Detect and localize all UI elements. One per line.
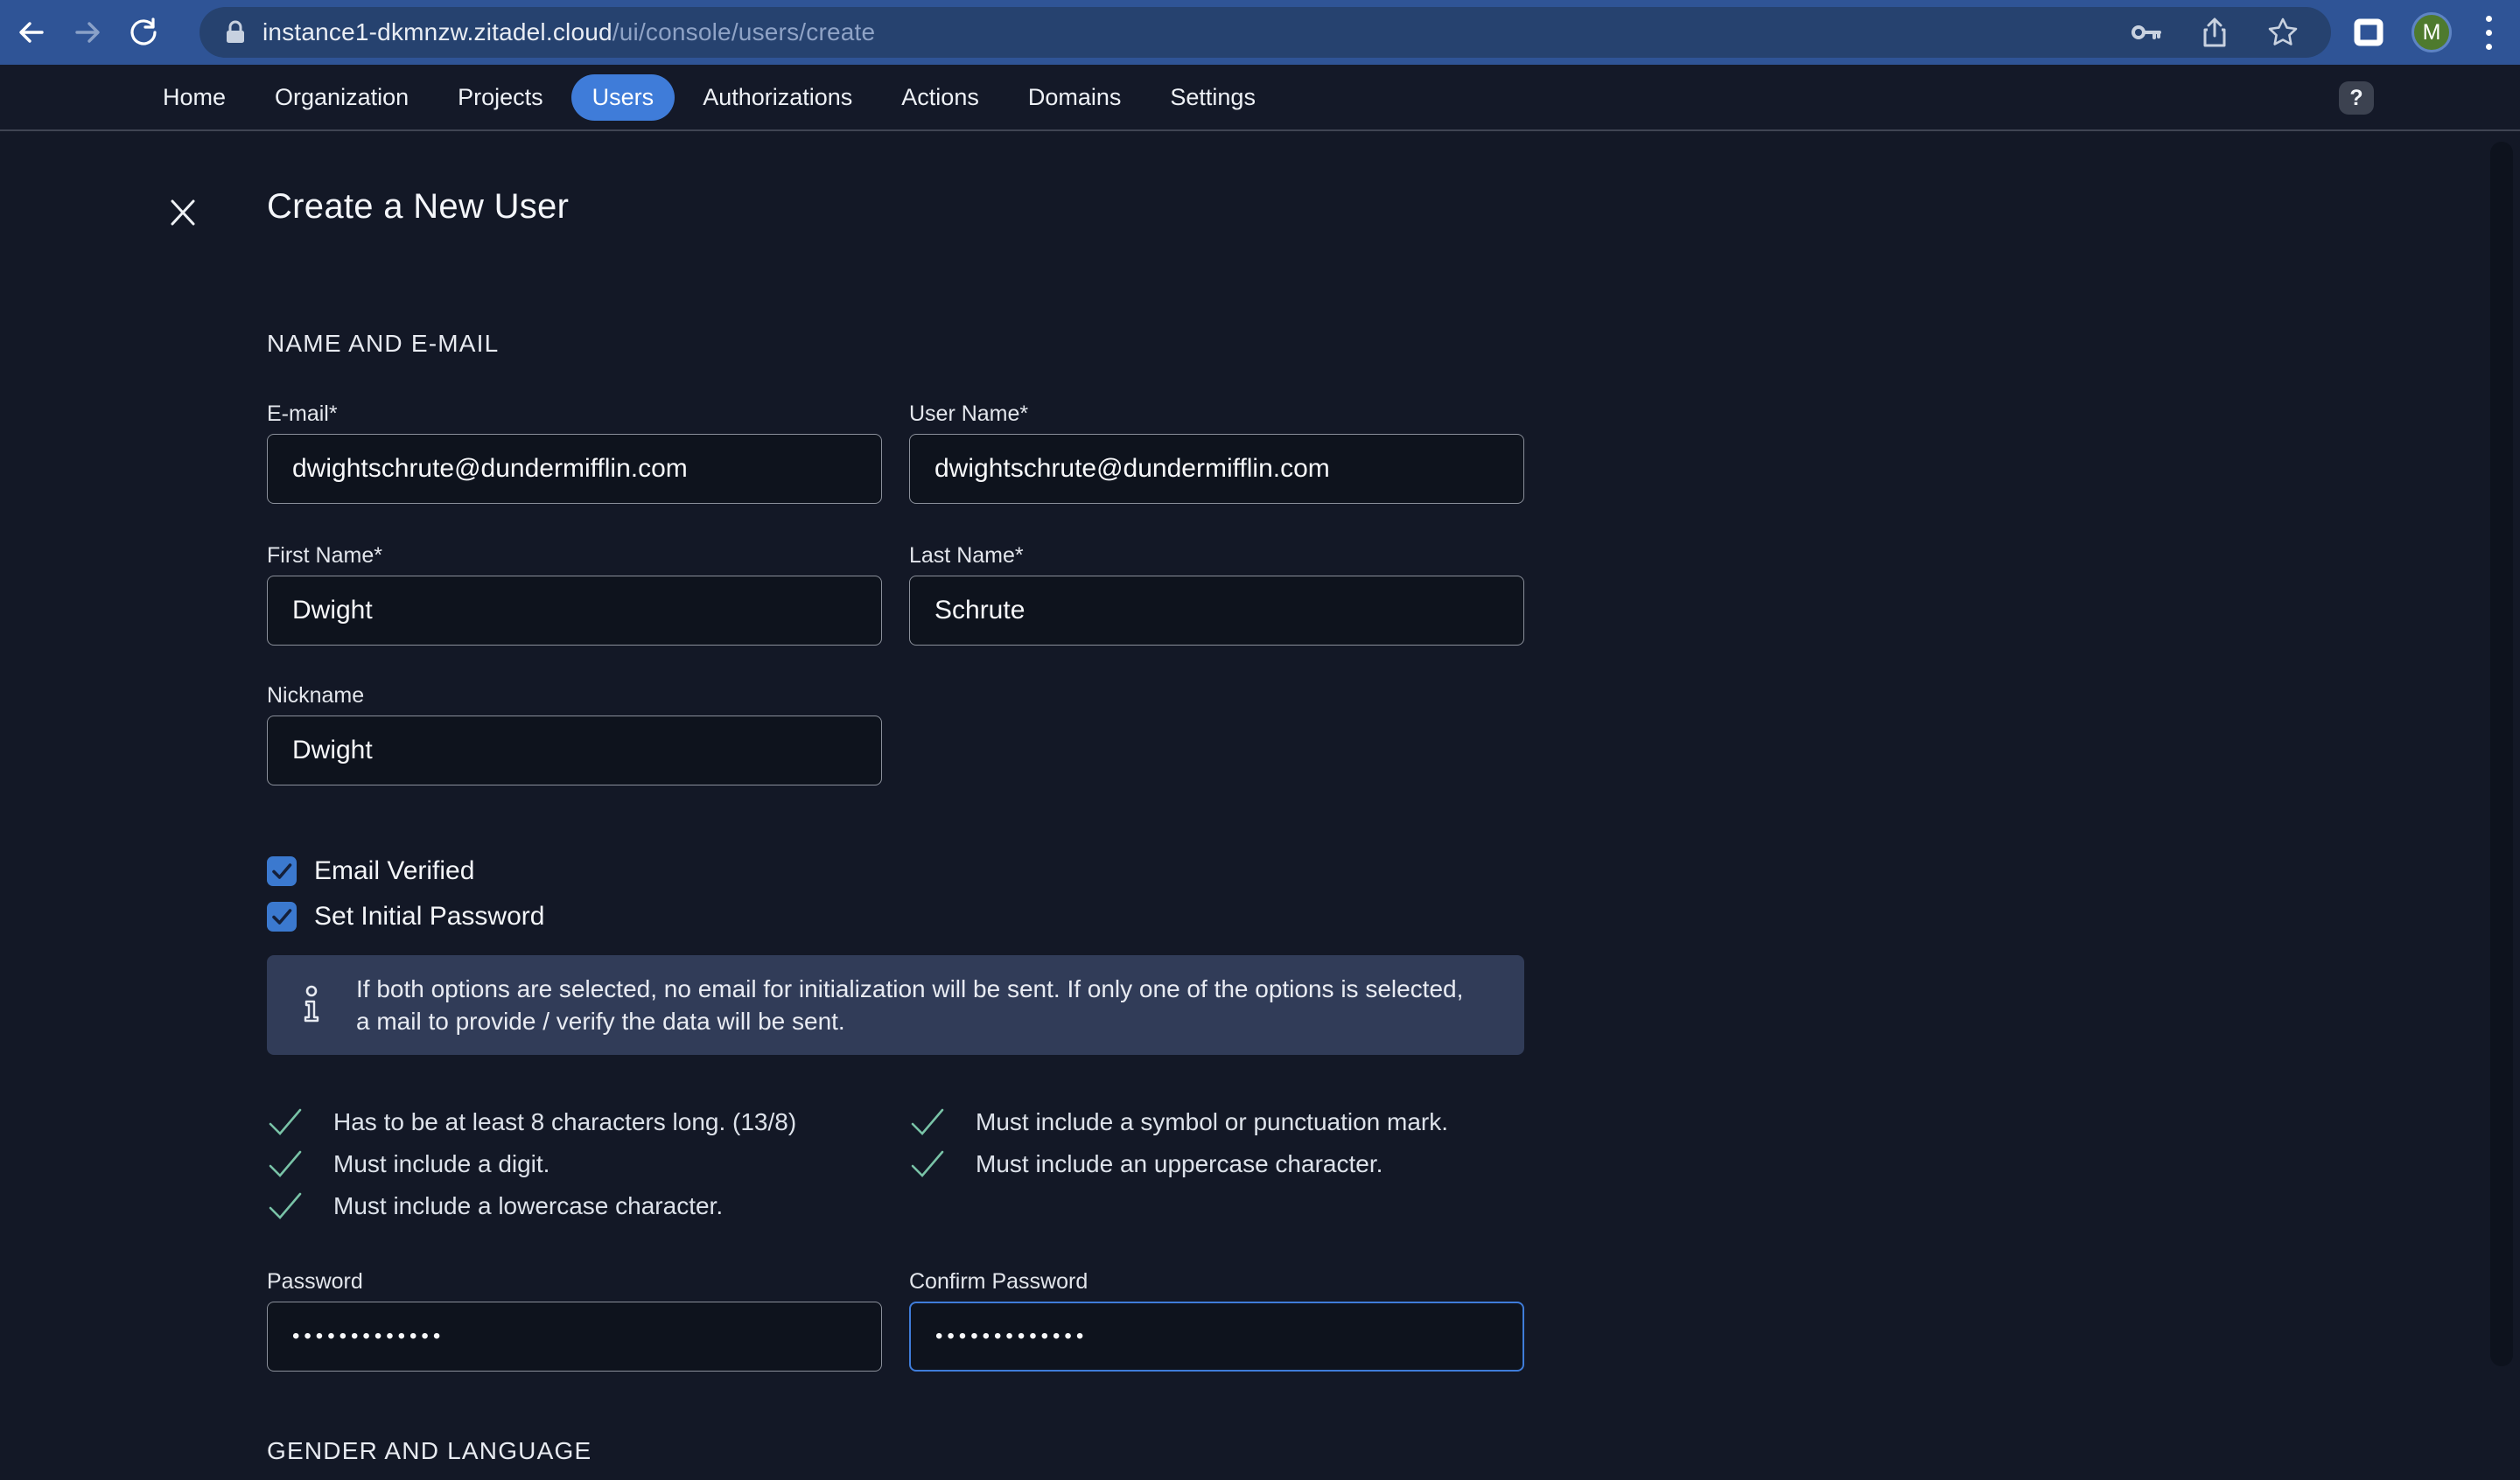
requirement-item: Must include an uppercase character. (909, 1148, 1524, 1181)
info-note-text: If both options are selected, no email f… (356, 975, 1464, 1035)
password-key-icon[interactable] (2123, 13, 2170, 52)
check-icon (269, 1150, 302, 1177)
requirement-item: Must include a symbol or punctuation mar… (909, 1106, 1524, 1139)
url-text: instance1-dkmnzw.zitadel.cloud/ui/consol… (262, 18, 875, 46)
last-name-label: Last Name* (909, 543, 1024, 568)
first-name-field[interactable] (267, 576, 882, 646)
requirement-item: Has to be at least 8 characters long. (1… (267, 1106, 882, 1139)
username-field-group: User Name* (909, 401, 1524, 504)
options-group: Email Verified Set Initial Password (267, 854, 1524, 934)
set-initial-password-label: Set Initial Password (314, 902, 545, 931)
browser-profile-avatar[interactable]: M (2412, 12, 2452, 52)
tab-organization[interactable]: Organization (254, 74, 430, 121)
info-icon (304, 985, 319, 1023)
url-path: /ui/console/users/create (612, 18, 876, 45)
email-verified-label: Email Verified (314, 856, 475, 885)
tab-home[interactable]: Home (142, 74, 247, 121)
tab-domains[interactable]: Domains (1007, 74, 1143, 121)
password-requirements: Has to be at least 8 characters long. (1… (267, 1106, 1524, 1223)
nickname-label: Nickname (267, 683, 365, 708)
confirm-password-field-group: Confirm Password (909, 1268, 1524, 1372)
email-label: E-mail* (267, 401, 338, 426)
requirement-item: Must include a lowercase character. (267, 1190, 882, 1223)
tab-users[interactable]: Users (570, 73, 676, 121)
check-icon (911, 1108, 944, 1135)
check-icon (269, 1108, 302, 1135)
nickname-field[interactable] (267, 716, 882, 785)
nickname-field-group: Nickname (267, 682, 882, 785)
last-name-field-group: Last Name* (909, 542, 1524, 646)
side-panel-icon[interactable] (2345, 10, 2392, 54)
tab-projects[interactable]: Projects (437, 74, 564, 121)
confirm-password-label: Confirm Password (909, 1269, 1088, 1294)
info-note: If both options are selected, no email f… (267, 955, 1524, 1055)
checkbox-checked-icon (267, 902, 297, 932)
address-bar[interactable]: instance1-dkmnzw.zitadel.cloud/ui/consol… (200, 7, 2331, 58)
share-icon[interactable] (2191, 13, 2238, 52)
password-field-group: Password (267, 1268, 882, 1372)
last-name-field[interactable] (909, 576, 1524, 646)
password-field[interactable] (267, 1302, 882, 1372)
reload-icon[interactable] (124, 13, 163, 52)
username-label: User Name* (909, 401, 1029, 426)
check-icon (911, 1150, 944, 1177)
section-name-email: NAME AND E-MAIL (267, 330, 500, 357)
tab-authorizations[interactable]: Authorizations (682, 74, 873, 121)
email-field-group: E-mail* (267, 401, 882, 504)
create-user-form: NAME AND E-MAIL E-mail* User Name* First… (267, 331, 1524, 1464)
url-domain: instance1-dkmnzw.zitadel.cloud (262, 18, 612, 45)
email-verified-checkbox[interactable]: Email Verified (267, 854, 1524, 889)
page-title: Create a New User (267, 187, 570, 226)
close-button[interactable] (164, 194, 201, 231)
first-name-field-group: First Name* (267, 542, 882, 646)
nav-tabs: Home Organization Projects Users Authori… (142, 73, 1277, 121)
confirm-password-field[interactable] (909, 1302, 1524, 1372)
check-icon (269, 1192, 302, 1219)
tab-settings[interactable]: Settings (1149, 74, 1277, 121)
tab-actions[interactable]: Actions (880, 74, 1000, 121)
bookmark-star-icon[interactable] (2259, 13, 2306, 52)
password-label: Password (267, 1269, 363, 1294)
section-gender-language: GENDER AND LANGUAGE (267, 1437, 592, 1464)
browser-menu-icon[interactable] (2471, 13, 2506, 52)
forward-icon[interactable] (68, 13, 107, 52)
back-icon[interactable] (12, 13, 51, 52)
page-scrollbar[interactable] (2490, 142, 2513, 1366)
email-field[interactable] (267, 434, 882, 504)
lock-icon (227, 20, 244, 43)
browser-toolbar: instance1-dkmnzw.zitadel.cloud/ui/consol… (0, 0, 2520, 65)
first-name-label: First Name* (267, 543, 382, 568)
console-navbar: Home Organization Projects Users Authori… (0, 65, 2520, 131)
checkbox-checked-icon (267, 856, 297, 886)
requirement-item: Must include a digit. (267, 1148, 882, 1181)
username-field[interactable] (909, 434, 1524, 504)
avatar-initial: M (2422, 19, 2441, 45)
help-button[interactable]: ? (2339, 81, 2374, 115)
set-initial-password-checkbox[interactable]: Set Initial Password (267, 899, 1524, 934)
